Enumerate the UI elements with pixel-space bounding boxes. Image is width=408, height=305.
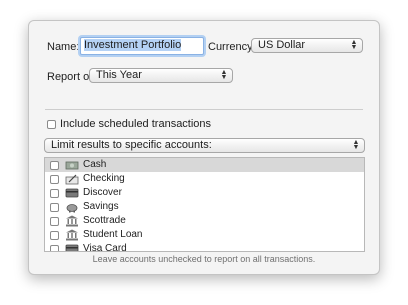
updown-arrows-icon: ▲ ▼ [220,69,228,81]
account-row-checking[interactable]: Checking [45,172,364,186]
account-row-savings[interactable]: Savings [45,200,364,214]
account-checkbox[interactable] [50,161,59,170]
account-row-cash[interactable]: Cash [45,158,364,172]
currency-label: Currency: [208,41,256,53]
account-label: Savings [83,201,119,212]
account-row-discover[interactable]: Discover [45,186,364,200]
cash-icon [65,161,79,170]
bank-building-icon [66,215,78,227]
account-checkbox[interactable] [50,203,59,212]
currency-value: US Dollar [258,39,306,51]
limit-accounts-value: Limit results to specific accounts: [51,139,212,151]
updown-arrows-icon: ▲ ▼ [352,139,360,151]
account-checkbox[interactable] [50,189,59,198]
account-row-student-loan[interactable]: Student Loan [45,228,364,242]
report-on-popup[interactable]: This Year ▲ ▼ [89,68,233,83]
account-label: Visa Card [83,243,127,252]
name-label: Name: [47,41,80,53]
piggy-bank-icon [66,204,78,213]
divider [45,109,363,110]
footer-note: Leave accounts unchecked to report on al… [92,254,316,264]
name-field[interactable]: Investment Portfolio [80,37,204,55]
account-checkbox[interactable] [50,231,59,240]
account-label: Cash [83,159,107,170]
account-label: Discover [83,187,122,198]
account-label: Checking [83,173,125,184]
account-row-scottrade[interactable]: Scottrade [45,214,364,228]
credit-card-icon [65,188,79,198]
updown-arrows-icon: ▲ ▼ [350,39,358,51]
limit-accounts-popup[interactable]: Limit results to specific accounts: ▲ ▼ [44,138,365,153]
account-row-visa-card[interactable]: Visa Card [45,242,364,252]
bank-building-icon [66,229,78,241]
include-scheduled-label: Include scheduled transactions [60,118,212,130]
report-on-value: This Year [96,69,142,81]
credit-card-icon [65,244,79,251]
currency-popup[interactable]: US Dollar ▲ ▼ [251,38,363,53]
account-checkbox[interactable] [50,175,59,184]
account-checkbox[interactable] [50,245,59,251]
name-value: Investment Portfolio [84,39,182,51]
account-checkbox[interactable] [50,217,59,226]
accounts-list[interactable]: Cash Checking Discover Savings Scottrade… [44,157,365,252]
checkbook-icon [65,174,79,185]
include-scheduled-checkbox[interactable] [47,120,56,129]
report-settings-popover: Name: Investment Portfolio Currency: US … [28,20,380,275]
account-label: Student Loan [83,229,143,240]
account-label: Scottrade [83,215,126,226]
